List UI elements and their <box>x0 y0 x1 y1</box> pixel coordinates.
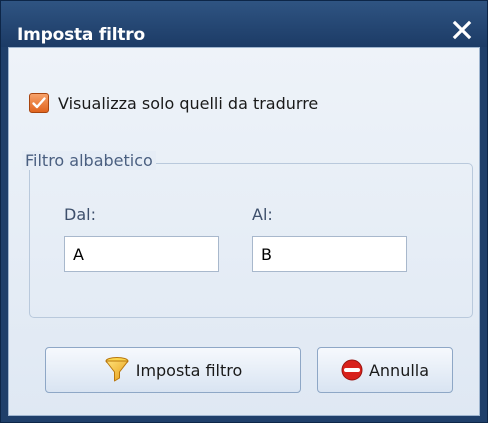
translate-only-checkbox[interactable] <box>29 93 49 113</box>
funnel-icon <box>104 356 130 384</box>
close-icon <box>452 20 472 40</box>
apply-filter-button[interactable]: Imposta filtro <box>45 347 301 393</box>
dialog-content: Visualizza solo quelli da tradurre Filtr… <box>8 47 480 416</box>
apply-filter-label: Imposta filtro <box>135 360 243 380</box>
from-input[interactable] <box>64 236 219 272</box>
to-label: Al: <box>252 205 273 224</box>
checkmark-icon <box>32 97 46 109</box>
no-entry-icon <box>341 359 363 381</box>
from-label: Dal: <box>64 205 96 224</box>
translate-only-label: Visualizza solo quelli da tradurre <box>58 94 319 113</box>
close-button[interactable] <box>449 19 475 43</box>
cancel-button[interactable]: Annulla <box>317 347 453 393</box>
title-bar[interactable]: Imposta filtro <box>1 1 487 47</box>
window-title: Imposta filtro <box>17 25 145 45</box>
alphabetic-filter-legend: Filtro albabetico <box>22 151 156 170</box>
cancel-label: Annulla <box>368 360 430 380</box>
dialog-window: Imposta filtro Visualizza solo quelli da… <box>0 0 488 423</box>
to-input[interactable] <box>252 236 407 272</box>
